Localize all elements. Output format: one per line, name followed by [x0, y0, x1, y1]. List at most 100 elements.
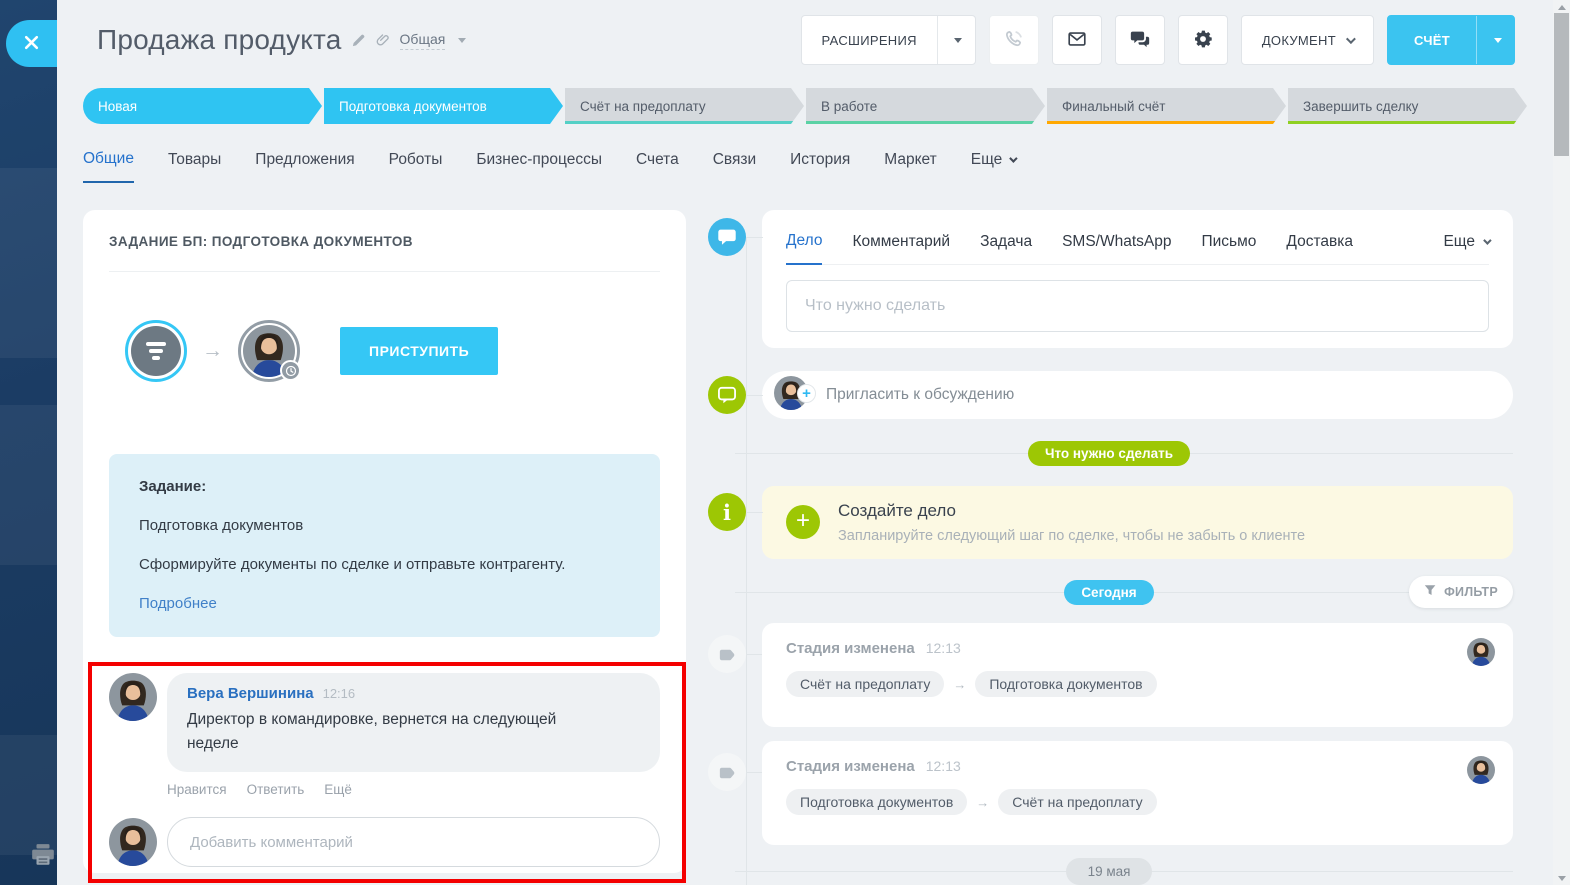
hint-title[interactable]: Создайте дело: [838, 501, 1305, 521]
current-user-avatar: [109, 818, 157, 866]
start-task-button[interactable]: ПРИСТУПИТЬ: [340, 327, 498, 375]
tab-more[interactable]: Еще: [971, 150, 1016, 183]
extensions-dropdown[interactable]: [937, 16, 975, 64]
comment-actions: Нравится Ответить Ещё: [167, 782, 660, 797]
phone-icon: [1003, 28, 1025, 53]
close-slider-button[interactable]: [6, 20, 57, 67]
invoice-button[interactable]: СЧЁТ: [1387, 15, 1515, 65]
comment-bubble: Вера Вершинина 12:16 Директор в командир…: [167, 673, 660, 772]
event-time: 12:13: [926, 640, 961, 656]
stage-final-invoice[interactable]: Финальный счёт: [1047, 88, 1286, 124]
event-author-avatar[interactable]: [1467, 756, 1495, 784]
stage-new[interactable]: Новая: [83, 88, 322, 124]
stage-to: Счёт на предоплату: [998, 789, 1156, 815]
sidebar-decoration: [0, 168, 57, 358]
tab-robots[interactable]: Роботы: [389, 150, 443, 183]
stage-from: Счёт на предоплату: [786, 671, 944, 697]
tab-invoices[interactable]: Счета: [636, 150, 679, 183]
bp-task-title: ЗАДАНИЕ БП: ПОДГОТОВКА ДОКУМЕНТОВ: [109, 234, 660, 272]
envelope-icon: [1066, 28, 1088, 53]
invite-avatar: [774, 376, 812, 414]
today-pill[interactable]: Сегодня: [1064, 580, 1153, 605]
mail-button[interactable]: [1052, 15, 1102, 65]
stage-change-icon: [708, 753, 746, 791]
todo-pill[interactable]: Что нужно сделать: [1028, 441, 1190, 466]
composer-tab-more[interactable]: Еще: [1443, 223, 1489, 264]
invoice-dropdown[interactable]: [1476, 16, 1514, 64]
chat-button[interactable]: [1115, 15, 1165, 65]
stage-docs-preparation[interactable]: Подготовка документов: [324, 88, 563, 124]
commenter-avatar[interactable]: [109, 673, 157, 721]
event-title: Стадия изменена: [786, 758, 915, 775]
more-actions-link[interactable]: Ещё: [324, 782, 352, 797]
tab-history[interactable]: История: [790, 150, 850, 183]
chevron-down-icon: [458, 38, 466, 43]
todo-input[interactable]: [786, 280, 1489, 332]
add-person-icon: [797, 384, 816, 403]
add-comment-row: [109, 817, 660, 867]
clock-icon: [280, 360, 301, 381]
arrow-right-icon: [953, 677, 966, 692]
edit-title-icon[interactable]: [351, 33, 366, 48]
sidebar-decoration: [0, 735, 57, 855]
scrollbar[interactable]: [1553, 0, 1570, 885]
timeline-event[interactable]: Стадия изменена 12:13 Подготовка докумен…: [762, 741, 1513, 845]
stage-in-progress[interactable]: В работе: [806, 88, 1045, 124]
composer-tab-activity[interactable]: Дело: [786, 222, 822, 265]
print-button[interactable]: [28, 843, 57, 869]
add-comment-input[interactable]: [167, 817, 660, 867]
composer-tab-comment[interactable]: Комментарий: [852, 223, 950, 264]
printer-icon: [30, 855, 56, 870]
funnel-icon: [1424, 584, 1437, 600]
tab-business-processes[interactable]: Бизнес-процессы: [476, 150, 602, 183]
arrow-right-icon: [976, 795, 989, 810]
timeline-event[interactable]: Стадия изменена 12:13 Счёт на предоплату…: [762, 623, 1513, 727]
settings-button[interactable]: [1178, 15, 1228, 65]
stage-from: Подготовка документов: [786, 789, 967, 815]
chevron-down-icon: [1346, 34, 1356, 44]
task-name: Подготовка документов: [139, 514, 630, 538]
extensions-button[interactable]: РАСШИРЕНИЯ: [801, 15, 976, 65]
arrow-right-icon: [202, 339, 223, 363]
todo-divider: Что нужно сделать: [705, 440, 1513, 466]
document-button[interactable]: ДОКУМЕНТ: [1241, 15, 1374, 65]
tab-products[interactable]: Товары: [168, 150, 221, 183]
task-label: Задание:: [139, 475, 630, 499]
reply-link[interactable]: Ответить: [247, 782, 305, 797]
info-icon: [708, 493, 746, 531]
invite-label: Пригласить к обсуждению: [826, 386, 1014, 404]
scrollbar-thumb[interactable]: [1554, 13, 1569, 156]
tab-general[interactable]: Общие: [83, 150, 134, 183]
stage-prepayment-invoice[interactable]: Счёт на предоплату: [565, 88, 804, 124]
composer-tab-sms[interactable]: SMS/WhatsApp: [1062, 223, 1171, 264]
call-button[interactable]: [989, 15, 1039, 65]
task-more-link[interactable]: Подробнее: [139, 592, 630, 616]
composer-tab-email[interactable]: Письмо: [1202, 223, 1257, 264]
discussion-chat-icon: [708, 376, 746, 414]
chevron-down-icon: [1009, 154, 1017, 162]
composer-tab-task[interactable]: Задача: [980, 223, 1032, 264]
filter-button[interactable]: ФИЛЬТР: [1409, 576, 1513, 608]
paperclip-icon[interactable]: [375, 32, 391, 48]
tab-links[interactable]: Связи: [713, 150, 756, 183]
assignee-avatar[interactable]: [238, 320, 300, 382]
invite-to-discussion[interactable]: Пригласить к обсуждению: [762, 371, 1513, 419]
event-time: 12:13: [926, 758, 961, 774]
bp-comment: Вера Вершинина 12:16 Директор в командир…: [109, 673, 660, 772]
composer-tab-delivery[interactable]: Доставка: [1286, 223, 1353, 264]
stage-close-deal[interactable]: Завершить сделку: [1288, 88, 1527, 124]
event-author-avatar[interactable]: [1467, 638, 1495, 666]
scroll-up-arrow[interactable]: [1553, 0, 1570, 14]
comment-author[interactable]: Вера Вершинина: [187, 685, 314, 702]
tab-quotes[interactable]: Предложения: [255, 150, 354, 183]
deal-header: Продажа продукта Общая РАСШИРЕНИЯ: [57, 0, 1553, 88]
like-link[interactable]: Нравится: [167, 782, 227, 797]
workflow-icon: [125, 320, 187, 382]
scroll-down-arrow[interactable]: [1553, 871, 1570, 885]
add-activity-icon[interactable]: [786, 505, 820, 539]
deal-slider: Продажа продукта Общая РАСШИРЕНИЯ: [57, 0, 1553, 885]
comment-time: 12:16: [323, 686, 356, 701]
pipeline-category-selector[interactable]: Общая: [400, 31, 446, 50]
chat-bubbles-icon: [1129, 28, 1151, 53]
tab-market[interactable]: Маркет: [884, 150, 937, 183]
